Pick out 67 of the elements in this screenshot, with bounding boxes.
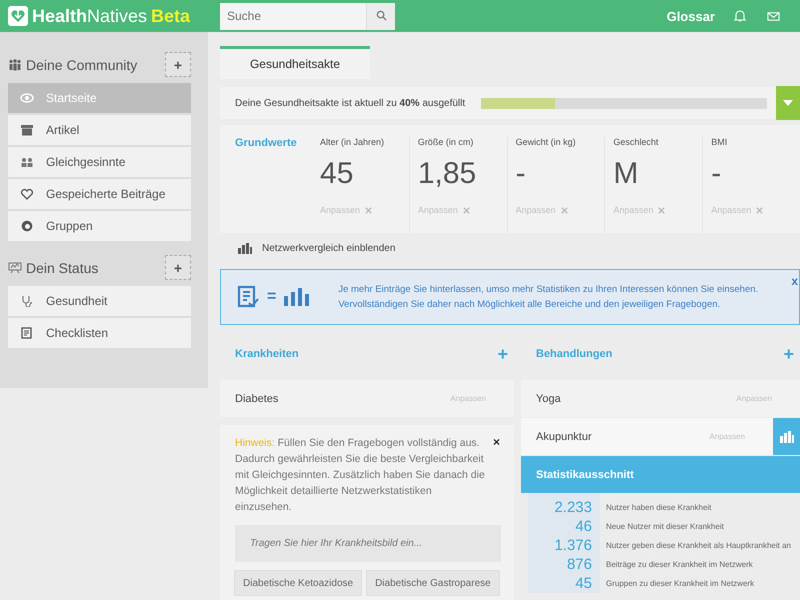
close-button[interactable]: x (791, 274, 798, 288)
hint-text: Hinweis: Füllen Sie den Fragebogen vollständig aus. Dadurch gewährleisten Sie die beste Vergleichbarkeit mit Gleichgesinnten. Zusätzlich haben Sie danach die Möglichkeit detaillierte Netzwerkstatistiken einzusehen. (235, 436, 486, 515)
sidebar-item[interactable]: Gruppen (8, 211, 191, 241)
field-label: Größe (in cm) (418, 137, 474, 149)
search-button[interactable] (366, 2, 395, 30)
add-button[interactable]: + (165, 255, 191, 280)
eye-icon (20, 92, 34, 104)
people-icon (8, 58, 22, 70)
sidebar-item[interactable]: Artikel (8, 115, 191, 145)
info-text: Je mehr Einträge Sie hinterlassen, umso mehr Statistiken zu Ihren Interessen können Sie einsehen. Vervollständigen Sie daher nach Möglichkeit alle Bereiche und den jeweiligen Fragebogen. (338, 283, 760, 312)
stat-label: Nutzer geben diese Krankheit als Hauptkrankheit an (606, 541, 791, 550)
stethoscope-icon (20, 295, 34, 307)
add-button[interactable]: + (165, 52, 191, 77)
checklist-icon (20, 327, 34, 339)
sidebar-item[interactable]: Gleichgesinnte (8, 147, 191, 177)
close-button[interactable]: × (492, 435, 500, 449)
field-value: - (711, 157, 722, 192)
sidebar-item[interactable]: Gespeicherte Beiträge (8, 179, 191, 209)
card-title: Grundwerte (235, 137, 298, 151)
search-icon (376, 10, 386, 20)
people-icon (20, 156, 34, 168)
stat-value: 45 (574, 575, 592, 592)
input-field[interactable]: Tragen Sie hier Ihr Krankheitsbild ein... (235, 525, 501, 562)
field-label: BMI (711, 137, 728, 149)
caret-icon (782, 98, 794, 108)
stat-value: 1.376 (553, 537, 592, 554)
bar-chart-icon (238, 242, 252, 254)
tab[interactable]: Gesundheitsakte (220, 46, 370, 79)
field-value: 45 (320, 157, 354, 192)
beta-label: Beta (151, 6, 190, 26)
download-button[interactable] (776, 86, 800, 120)
section-title: Krankheiten (235, 348, 299, 360)
progress-text: Deine Gesundheitsakte ist aktuell zu 40% ausgefüllt (235, 98, 466, 108)
suggestion-chip[interactable]: Diabetische Gastroparese (366, 570, 500, 596)
bar-chart-icon (780, 430, 794, 442)
stat-value: 876 (566, 556, 592, 573)
stat-label: Gruppen zu dieser Krankheit im Netzwerk (606, 579, 754, 588)
notification-bell-icon[interactable] (733, 9, 747, 23)
sidebar-item[interactable]: Gesundheit (8, 286, 191, 316)
brand-name: HealthNatives (32, 6, 148, 26)
section-title: Dein Status (26, 260, 100, 276)
field-label: Geschlecht (613, 137, 660, 149)
field-value: - (516, 157, 527, 192)
network-compare-link[interactable]: Netzwerkvergleich einblenden (262, 242, 396, 254)
suggestion-chip[interactable]: Diabetische Ketoazidose (234, 570, 362, 596)
heart-icon (20, 188, 34, 200)
sidebar-item[interactable]: Checklisten (8, 318, 191, 348)
field-label: Gewicht (in kg) (516, 137, 577, 149)
section-title: Behandlungen (536, 348, 612, 360)
stat-label: Neue Nutzer mit dieser Krankheit (606, 522, 724, 531)
checklist-icon (237, 285, 259, 309)
search-field[interactable]: Suche (220, 2, 366, 30)
heart-logo-icon (8, 6, 28, 26)
chart-board-icon (8, 262, 22, 274)
stats-header: Statistikausschnitt (521, 456, 800, 493)
section-title: Deine Community (26, 56, 138, 72)
bar-chart-icon (284, 288, 310, 306)
stat-label: Beiträge zu dieser Krankheit im Netzwerk (606, 560, 753, 569)
stat-value: 46 (574, 518, 592, 535)
stat-value: 2.233 (553, 499, 592, 516)
mail-icon[interactable] (767, 10, 780, 22)
stat-label: Nutzer haben diese Krankheit (606, 503, 712, 512)
field-label: Alter (in Jahren) (320, 137, 386, 149)
field-value: M (613, 157, 640, 192)
archive-box-icon (20, 124, 34, 136)
field-value: 1,85 (418, 157, 478, 192)
equals-sign: = (267, 288, 276, 306)
